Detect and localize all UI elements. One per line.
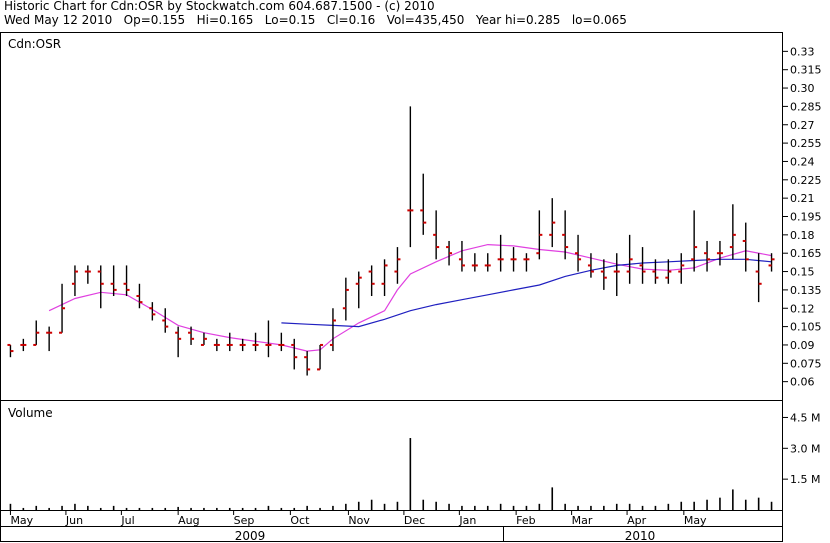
price-tick-label: 0.09: [790, 339, 815, 352]
month-tick-label: Jun: [65, 514, 83, 527]
price-tick-label: 0.315: [790, 64, 822, 77]
price-axis: 0.33 0.315 0.30 0.285 0.27 0.255 0.24 0.225 0.21…: [783, 45, 822, 389]
price-tick-label: 0.06: [790, 376, 815, 389]
moving-average-short-line: [48, 243, 772, 352]
month-tick-label: Feb: [516, 514, 535, 527]
stock-chart-svg: Cdn:OSR Volume 2009 2010 0.330.3150.300.…: [0, 32, 822, 543]
price-tick-label: 0.225: [790, 174, 822, 187]
price-panel-frame: [0, 32, 783, 401]
month-tick-label: Jan: [458, 514, 476, 527]
year-label-2010: 2010: [625, 529, 656, 543]
month-tick-label: Sep: [234, 514, 255, 527]
price-tick-label: 0.21: [790, 192, 815, 205]
price-tick-label: 0.105: [790, 321, 822, 334]
ohlc-series: [7, 106, 775, 376]
volume-series: [9, 438, 773, 510]
chart-canvas: Historic Chart for Cdn:OSR by Stockwatch…: [0, 0, 830, 543]
month-axis: May Jun Jul Aug Sep Oct Nov Dec Jan Feb Mar Apr May: [9, 510, 707, 527]
price-tick-label: 0.195: [790, 211, 822, 224]
volume-tick-label: 1.5 M: [790, 473, 820, 486]
year-label-2009: 2009: [235, 529, 266, 543]
price-tick-label: 0.075: [790, 357, 822, 370]
month-tick-label: Aug: [178, 514, 199, 527]
price-tick-label: 0.18: [790, 229, 815, 242]
price-tick-label: 0.255: [790, 137, 822, 150]
volume-label: Volume: [8, 406, 53, 420]
price-tick-label: 0.15: [790, 266, 815, 279]
month-tick-label: May: [10, 514, 33, 527]
volume-tick-label: 4.5 M: [790, 411, 820, 424]
month-tick-label: Dec: [404, 514, 425, 527]
month-tick-label: May: [684, 514, 707, 527]
price-tick-label: 0.135: [790, 284, 822, 297]
price-tick-label: 0.33: [790, 45, 815, 58]
price-tick-label: 0.30: [790, 82, 815, 95]
symbol-label: Cdn:OSR: [8, 37, 61, 51]
volume-axis: 4.5 M 3.0 M 1.5 M: [783, 411, 820, 486]
price-tick-label: 0.12: [790, 302, 815, 315]
volume-panel-frame: [0, 400, 783, 511]
price-tick-label: 0.285: [790, 100, 822, 113]
month-tick-label: Jul: [120, 514, 134, 527]
month-tick-label: Apr: [627, 514, 647, 527]
price-tick-label: 0.165: [790, 247, 822, 260]
month-tick-label: Nov: [348, 514, 370, 527]
month-tick-label: Mar: [572, 514, 593, 527]
volume-tick-label: 3.0 M: [790, 442, 820, 455]
month-tick-label: Oct: [290, 514, 310, 527]
price-tick-label: 0.24: [790, 155, 815, 168]
price-tick-label: 0.27: [790, 119, 815, 132]
moving-averages: [48, 243, 772, 352]
